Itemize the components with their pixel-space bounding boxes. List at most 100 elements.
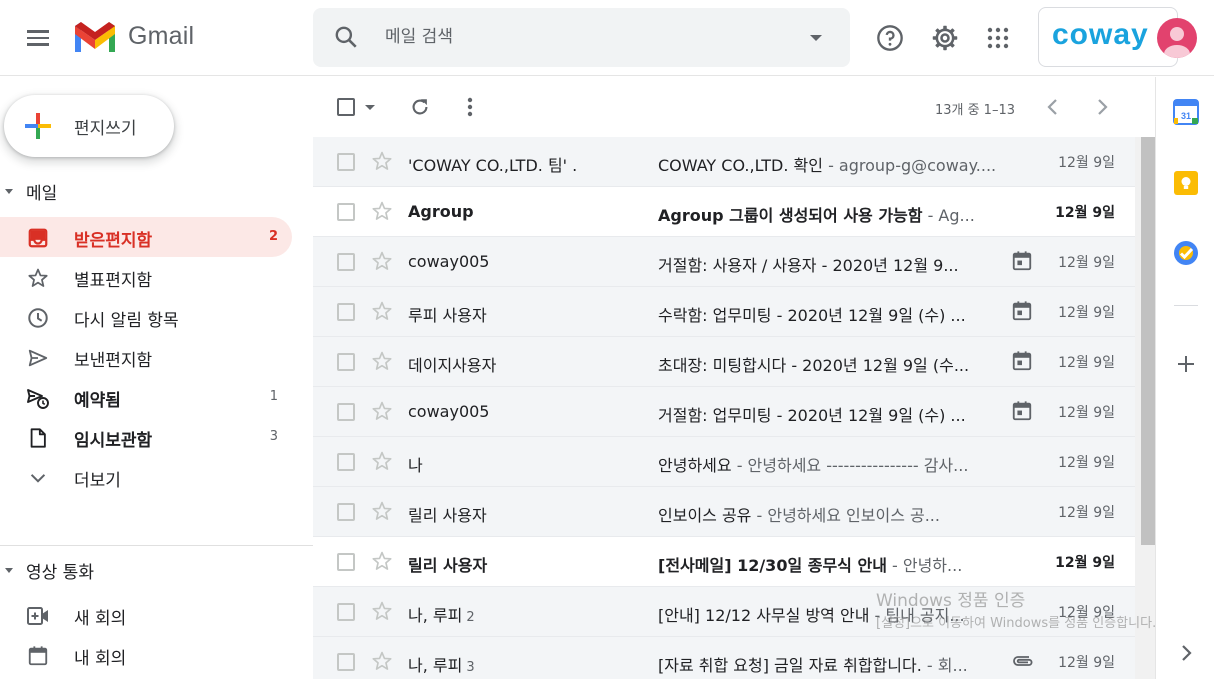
expand-panel-icon[interactable] [1173,640,1199,666]
help-button[interactable] [870,18,910,58]
calendar-invite-icon[interactable] [1011,250,1033,276]
mail-row[interactable]: 릴리 사용자 인보이스 공유 - 안녕하세요 인보이스 공... 12월 9일 [313,487,1135,537]
compose-button[interactable]: 편지쓰기 [4,95,174,157]
sidebar-item-more[interactable]: 더보기 [0,457,292,497]
sidebar-item-sent[interactable]: 보낸편지함 [0,337,292,377]
mail-row[interactable]: 루피 사용자 수락함: 업무미팅 - 2020년 12월 9일 (수) ... 12… [313,287,1135,337]
mail-row[interactable]: 나, 루피 2 [안내] 12/12 사무실 방역 안내 - 팀내 공지... 12월… [313,587,1135,637]
star-icon[interactable] [371,500,393,526]
mail-sender: 루피 사용자 [408,302,638,326]
sender-name: coway005 [408,252,490,271]
mail-subject: 안녕하세요 [658,456,732,475]
search-options-icon[interactable] [810,35,822,41]
avatar[interactable] [1157,18,1197,58]
person-icon [1164,27,1190,58]
mail-row[interactable]: 데이지사용자 초대장: 미팅합시다 - 2020년 12월 9일 (수... 12월… [313,337,1135,387]
row-checkbox[interactable] [337,253,355,271]
star-icon[interactable] [371,400,393,426]
mail-row[interactable]: coway005 거절함: 사용자 / 사용자 - 2020년 12월 9... 1… [313,237,1135,287]
sidebar-item-starred[interactable]: 별표편지함 [0,257,292,297]
star-icon[interactable] [371,300,393,326]
mail-sender: Agroup [408,202,638,221]
row-checkbox[interactable] [337,503,355,521]
row-checkbox[interactable] [337,353,355,371]
sender-name: 루피 사용자 [408,306,487,325]
scheduled-count: 1 [269,389,278,404]
row-checkbox[interactable] [337,653,355,671]
sidebar-item-snoozed[interactable]: 다시 알림 항목 [0,297,292,337]
mail-date: 12월 9일 [1058,655,1115,671]
calendar-invite-icon[interactable] [1011,400,1033,426]
star-icon[interactable] [371,350,393,376]
next-page-icon[interactable] [1093,97,1111,117]
mail-subject: [자료 취합 요청] 금일 자료 취합합니다. [658,656,922,675]
mail-subject-line: Agroup 그룹이 생성되어 사용 가능함 - Ag... [658,202,1003,226]
sender-name: 나, 루피 [408,606,463,625]
prev-page-icon[interactable] [1044,97,1062,117]
star-icon[interactable] [371,650,393,676]
row-checkbox[interactable] [337,203,355,221]
side-panel-divider [1174,305,1198,306]
mail-snippet: - 팀내 공지... [869,606,965,625]
send-icon [26,346,50,370]
sidebar-item-scheduled[interactable]: 예약됨 1 [0,377,292,417]
apps-button[interactable] [978,18,1018,58]
mail-row[interactable]: 릴리 사용자 [전사메일] 12/30일 종무식 안내 - 안녕하... 12월 9… [313,537,1135,587]
sidebar-item-my-meetings[interactable]: 내 회의 [0,635,292,675]
calendar-invite-icon[interactable] [1011,350,1033,376]
calendar-invite-icon[interactable] [1011,300,1033,326]
mail-row[interactable]: coway005 거절함: 업무미팅 - 2020년 12월 9일 (수) ...… [313,387,1135,437]
scrollbar-thumb[interactable] [1141,137,1155,545]
add-addon-icon[interactable] [1173,351,1199,377]
gmail-logo[interactable]: Gmail [72,18,194,54]
star-icon[interactable] [371,150,393,176]
account-switcher[interactable]: coway [1038,7,1197,67]
app-name: Gmail [128,21,195,50]
mail-row[interactable]: 나 안녕하세요 - 안녕하세요 ---------------- 감사... 12월… [313,437,1135,487]
mail-row[interactable]: Agroup Agroup 그룹이 생성되어 사용 가능함 - Ag... 12월 … [313,187,1135,237]
sender-name: 나, 루피 [408,656,463,675]
star-icon[interactable] [371,250,393,276]
sidebar-item-new-meeting[interactable]: 새 회의 [0,595,292,635]
row-checkbox[interactable] [337,603,355,621]
sidebar-item-label: 다시 알림 항목 [74,311,179,331]
row-checkbox[interactable] [337,453,355,471]
mail-date: 12월 9일 [1058,305,1115,321]
main-menu-button[interactable] [18,18,58,58]
star-icon[interactable] [371,550,393,576]
star-icon [26,266,50,290]
attachment-clip-icon[interactable] [1011,652,1035,674]
mail-snippet: - 안녕하세요 ---------------- 감사... [731,456,969,475]
mail-subject: 인보이스 공유 [658,506,752,525]
select-dropdown-icon[interactable] [364,104,376,112]
star-icon[interactable] [371,200,393,226]
mail-row[interactable]: 'COWAY CO.,LTD. 팀' . COWAY CO.,LTD. 확인 - … [313,137,1135,187]
mail-row[interactable]: 나, 루피 3 [자료 취합 요청] 금일 자료 취합합니다. - 회... 12월 … [313,637,1135,679]
row-checkbox[interactable] [337,153,355,171]
search-input[interactable] [385,22,785,52]
mail-date: 12월 9일 [1055,205,1115,221]
star-icon[interactable] [371,600,393,626]
sidebar-item-label: 새 회의 [74,609,127,629]
mail-section-header[interactable]: 메일 [0,175,300,207]
google-calendar-icon[interactable]: 31 [1173,99,1199,125]
row-checkbox[interactable] [337,553,355,571]
refresh-icon[interactable] [409,96,431,118]
star-icon[interactable] [371,450,393,476]
settings-button[interactable] [925,18,965,58]
select-all-checkbox[interactable] [337,98,355,116]
mail-date: 12월 9일 [1058,355,1115,371]
meet-section-header[interactable]: 영상 통화 [0,554,300,586]
gear-icon [932,25,958,51]
sidebar-item-inbox[interactable]: 받은편지함 2 [0,217,292,257]
google-keep-icon[interactable] [1173,170,1199,196]
mail-sender: 'COWAY CO.,LTD. 팀' . [408,152,638,176]
search-icon[interactable] [333,24,359,50]
sidebar-item-drafts[interactable]: 임시보관함 3 [0,417,292,457]
mail-subject: COWAY CO.,LTD. 확인 [658,156,823,175]
row-checkbox[interactable] [337,403,355,421]
row-checkbox[interactable] [337,303,355,321]
more-options-icon[interactable] [465,96,475,118]
google-tasks-icon[interactable] [1173,240,1199,266]
mail-subject: 수락함: 업무미팅 - 2020년 12월 9일 (수) ... [658,306,966,325]
